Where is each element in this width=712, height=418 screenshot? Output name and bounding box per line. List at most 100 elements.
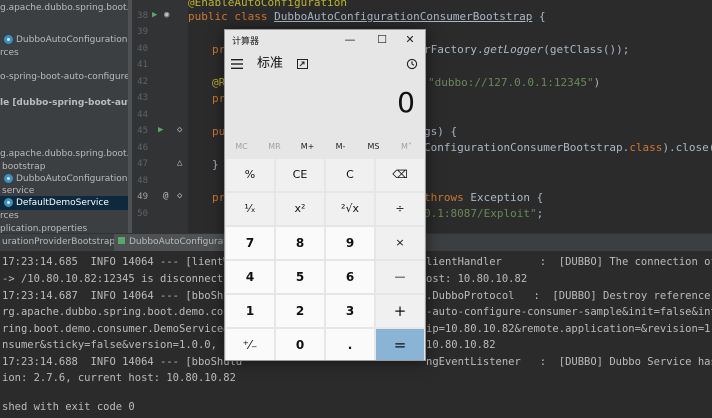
line-number: 41 [137,60,148,70]
console-line: shed with exit code 0 [2,401,135,413]
console-line: ip=10.80.10.82&remote.application=&revis… [426,323,712,335]
tree-item-label: rces [0,48,19,58]
digit-6-button[interactable]: 6 [326,261,374,293]
memory-add-button[interactable]: M+ [291,138,324,156]
tree-item-selected[interactable]: DefaultDemoService [0,196,132,210]
code-text: rFactory. [424,43,484,56]
window-title: 计算器 [232,37,260,47]
console-line: ion: 2.7.6, current host: 10.80.10.82 [2,372,236,384]
clear-entry-button[interactable]: CE [276,159,324,191]
add-button[interactable]: + [376,295,424,327]
code-text: ) [593,76,601,89]
tree-item-module[interactable]: le [dubbo-spring-boot-auto-configu [0,96,132,110]
decimal-button[interactable]: . [326,329,374,360]
maximize-button[interactable]: ☐ [372,31,392,49]
code-text: Exception { [470,191,544,204]
memory-clear-button[interactable]: MC [225,138,258,156]
calculator-titlebar[interactable]: 计算器 — ☐ ✕ [225,30,425,50]
digit-1-button[interactable]: 1 [226,295,274,327]
memory-subtract-button[interactable]: M- [324,138,357,156]
tree-item-label: bootstrap [2,162,46,172]
line-number: 46 [137,143,148,153]
console-line: ost: 10.80.10.82 [426,273,528,285]
calculator-display: 0 [397,86,415,119]
tree-item-label: le [dubbo-spring-boot-auto-configu [0,98,132,108]
run-tab-active[interactable]: DubboAutoConfigurationC [114,234,247,251]
minimize-button[interactable]: — [340,31,360,49]
backspace-button[interactable]: ⌫ [376,159,424,191]
tree-item[interactable]: rces [0,209,19,223]
history-icon[interactable] [406,54,418,74]
code-keyword: class [629,141,663,154]
negate-button[interactable]: ⁺⁄₋ [226,329,274,360]
tree-item[interactable]: DubboAutoConfigurationConsumer [4,33,132,47]
fold-icon[interactable]: ◇ [177,125,182,135]
digit-0-button[interactable]: 0 [276,329,324,360]
console-line: 17:23:14.687 INFO 14064 --- [bboShutd [2,290,243,302]
run-icon[interactable]: ▶ [152,10,157,20]
square-button[interactable]: x² [276,193,324,225]
percent-button[interactable]: % [226,159,274,191]
reciprocal-button[interactable]: ¹⁄ₓ [226,193,274,225]
console-line: 17:23:14.688 INFO 14064 --- [bboShutd [2,356,243,368]
code-line: throws Exception { [424,191,543,204]
code-keyword: public class [188,10,275,23]
code-keyword: throws [424,191,471,204]
console-line: nsumer&sticky=false&version=1.0.0, dub [2,339,243,351]
run-icon[interactable]: ▶ [158,125,163,135]
console-line: 17:23:14.685 INFO 14064 --- [lientWor [2,256,243,268]
subtract-button[interactable]: — [376,261,424,293]
memory-store-button[interactable]: MS [357,138,390,156]
console-line: ngEventListener : [DUBBO] Dubbo Service … [426,356,712,368]
digit-7-button[interactable]: 7 [226,227,274,259]
code-line: ConfigurationConsumerBootstrap.class).cl… [424,141,712,154]
line-number: 47 [137,159,148,169]
class-icon [4,198,13,207]
tree-item[interactable]: plication.properties [0,222,87,233]
run-tab[interactable]: urationProviderBootstrap [0,234,115,251]
tree-item-label: o-spring-boot-auto-configure-consumer-s [0,72,132,82]
close-button[interactable]: ✕ [400,31,420,49]
clear-button[interactable]: C [326,159,374,191]
tree-item[interactable]: rces [0,46,19,60]
line-number: 38 [137,11,148,21]
line-number: 50 [137,209,148,219]
code-line: public class DubboAutoConfigurationConsu… [188,10,546,23]
memory-list-button[interactable]: M˅ [390,138,423,156]
fold-icon[interactable]: △ [177,158,182,168]
digit-5-button[interactable]: 5 [276,261,324,293]
fold-icon[interactable]: ◇ [177,191,182,201]
square-root-button[interactable]: ²√x [326,193,374,225]
multiply-button[interactable]: × [376,227,424,259]
calculator-window[interactable]: 计算器 — ☐ ✕ 标准 0 MC MR M+ M- MS M˅ % CE C … [224,29,426,361]
divide-button[interactable]: ÷ [376,193,424,225]
tree-item[interactable]: o-spring-boot-auto-configure-consumer-s [0,70,132,84]
spring-bean-icon[interactable]: ◉ [164,10,169,20]
tree-item-label: service [2,186,35,196]
digit-9-button[interactable]: 9 [326,227,374,259]
memory-recall-button[interactable]: MR [258,138,291,156]
console-line: -> /10.80.10.82:12345 is disconnected [2,273,236,285]
line-number: 43 [137,93,148,103]
tree-item[interactable]: g.apache.dubbo.spring.boot.demo.p [0,147,132,161]
tree-item[interactable]: g.apache.dubbo.spring.boot.demo.co [0,1,132,15]
code-line: @EnableAutoConfiguration [188,0,347,9]
equals-button[interactable]: = [376,329,424,360]
project-tree[interactable]: g.apache.dubbo.spring.boot.demo.co Dubbo… [0,0,132,233]
tab-app-icon [118,237,125,244]
code-line: "dubbo://127.0.0.1:12345") [428,76,600,89]
override-icon[interactable]: @ [163,191,168,201]
digit-4-button[interactable]: 4 [226,261,274,293]
code-class-name: DubboAutoConfigurationConsumerBootstrap [274,10,533,23]
pin-window-icon[interactable] [297,54,308,74]
tree-item-label: DefaultDemoService [16,198,109,208]
digit-8-button[interactable]: 8 [276,227,324,259]
code-string: "dubbo://127.0.0.1:12345" [428,76,594,89]
code-text: } [212,158,219,171]
line-number: 49 [137,192,148,202]
hamburger-icon[interactable] [231,54,245,74]
console-line: lientHandler : [DUBBO] The connection of… [426,256,712,268]
digit-3-button[interactable]: 3 [326,295,374,327]
class-icon [4,35,13,44]
digit-2-button[interactable]: 2 [276,295,324,327]
